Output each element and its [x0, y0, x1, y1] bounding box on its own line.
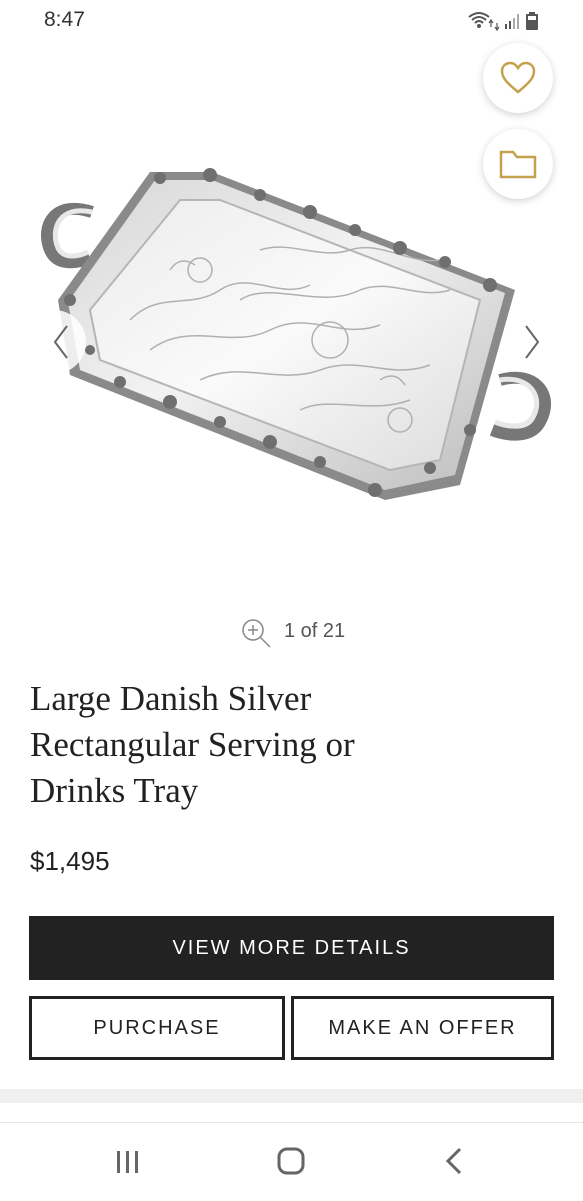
view-more-details-button[interactable]: VIEW MORE DETAILS: [29, 916, 554, 980]
save-to-folder-button[interactable]: [483, 129, 553, 199]
favorite-button[interactable]: [483, 43, 553, 113]
product-title: Large Danish Silver Rectangular Serving …: [30, 676, 430, 814]
chevron-right-icon: [525, 325, 540, 359]
status-bar: 8:47: [0, 0, 583, 40]
image-gallery[interactable]: [0, 150, 583, 560]
chevron-left-icon: [53, 325, 68, 359]
home-icon[interactable]: [277, 1147, 305, 1175]
signal-icon: [505, 14, 519, 29]
heart-icon: [500, 61, 536, 94]
wifi-icon: [468, 12, 500, 31]
zoom-in-icon[interactable]: [240, 617, 272, 649]
product-title-line: Large Danish Silver: [30, 679, 312, 718]
section-divider: [0, 1089, 583, 1103]
status-icons: [467, 9, 545, 31]
purchase-button[interactable]: PURCHASE: [29, 996, 285, 1060]
battery-icon: [526, 12, 538, 30]
image-counter: 1 of 21: [0, 615, 583, 649]
system-navigation-bar: [0, 1122, 583, 1201]
image-counter-text: 1 of 21: [284, 620, 346, 642]
folder-icon: [499, 150, 537, 179]
product-title-line: Drinks Tray: [30, 771, 199, 810]
product-price: $1,495: [30, 846, 110, 876]
recent-apps-icon[interactable]: [114, 1149, 142, 1175]
product-title-line: Rectangular Serving or: [30, 725, 355, 764]
status-time: 8:47: [44, 8, 85, 31]
product-image: [41, 168, 551, 500]
back-icon[interactable]: [444, 1147, 464, 1175]
make-an-offer-button[interactable]: MAKE AN OFFER: [291, 996, 554, 1060]
next-image-button[interactable]: [508, 310, 556, 374]
